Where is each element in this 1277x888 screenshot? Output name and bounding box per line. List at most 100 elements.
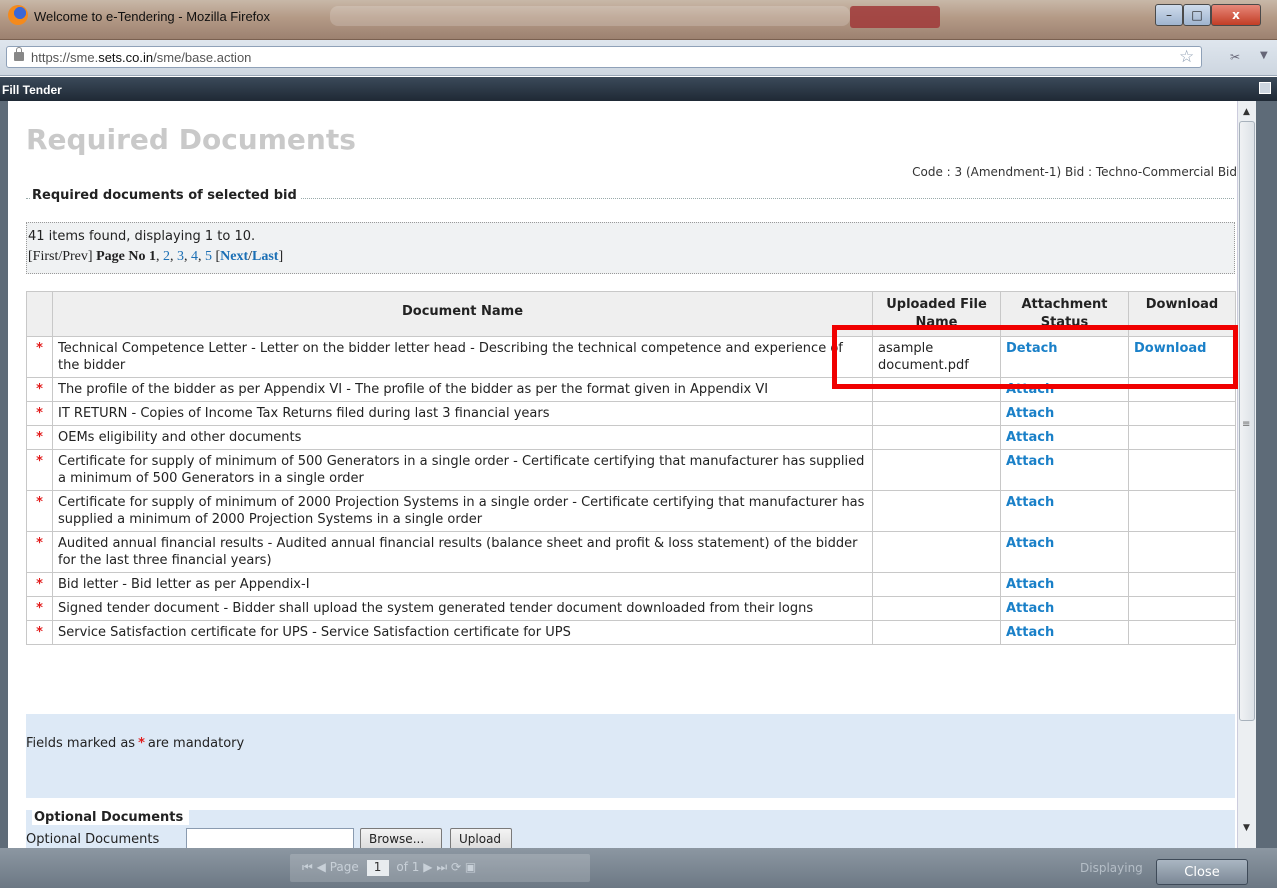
pager-next[interactable]: Next bbox=[220, 249, 248, 264]
pager-page-2[interactable]: 2 bbox=[163, 249, 170, 264]
download-cell bbox=[1128, 490, 1236, 532]
bottom-page-input[interactable]: 1 bbox=[366, 860, 389, 876]
minimize-button[interactable]: – bbox=[1155, 4, 1183, 26]
scroll-up-icon[interactable]: ▲ bbox=[1243, 107, 1250, 117]
pager-page-5[interactable]: 5 bbox=[205, 249, 212, 264]
dropdown-arrow-icon[interactable]: ▼ bbox=[1260, 50, 1268, 61]
download-cell bbox=[1128, 401, 1236, 426]
attach-link[interactable]: Attach bbox=[1006, 625, 1054, 640]
pager-last[interactable]: Last bbox=[252, 249, 278, 264]
mandatory-marker: * bbox=[26, 572, 53, 597]
browse-button[interactable]: Browse... bbox=[360, 828, 442, 848]
close-button[interactable]: Close bbox=[1156, 859, 1248, 885]
table-row: * Technical Competence Letter - Letter on… bbox=[26, 336, 1236, 378]
uploaded-file-cell bbox=[872, 490, 1001, 532]
results-summary: 41 items found, displaying 1 to 10. [Fir… bbox=[26, 222, 1235, 274]
attach-link[interactable]: Attach bbox=[1006, 454, 1054, 469]
table-row: * Audited annual financial results - Audi… bbox=[26, 531, 1236, 573]
attach-link[interactable]: Attach bbox=[1006, 577, 1054, 592]
pager-first-prev: [First/Prev] bbox=[28, 249, 93, 264]
addon-icon[interactable]: ✂ bbox=[1230, 50, 1240, 64]
uploaded-file-cell bbox=[872, 596, 1001, 621]
document-name-cell: Certificate for supply of minimum of 200… bbox=[52, 490, 873, 532]
page-title: Required Documents bbox=[26, 123, 356, 156]
table-header-row: Document Name Uploaded File Name Attachm… bbox=[26, 291, 1236, 337]
mandatory-marker: * bbox=[26, 449, 53, 491]
uploaded-file-cell bbox=[872, 401, 1001, 426]
attachment-status-cell: Attach bbox=[1000, 449, 1129, 491]
document-name-cell: Bid letter - Bid letter as per Appendix-… bbox=[52, 572, 873, 597]
bottom-nav-next-icon[interactable]: ▶ bbox=[423, 860, 432, 874]
document-name-cell: Technical Competence Letter - Letter on … bbox=[52, 336, 873, 378]
attachment-status-cell: Attach bbox=[1000, 596, 1129, 621]
bottom-nav-prev-icon[interactable]: ◀ bbox=[317, 860, 326, 874]
uploaded-file-cell bbox=[872, 572, 1001, 597]
mandatory-marker: * bbox=[26, 620, 53, 645]
optional-field-label: Optional Documents bbox=[26, 832, 160, 847]
export-icon[interactable]: ▣ bbox=[465, 860, 476, 874]
attach-link[interactable]: Attach bbox=[1006, 430, 1054, 445]
vertical-scrollbar[interactable]: ▲ ≡ ▼ bbox=[1237, 101, 1256, 848]
attach-link[interactable]: Attach bbox=[1006, 406, 1054, 421]
table-row: * The profile of the bidder as per Append… bbox=[26, 377, 1236, 402]
mandatory-note: Fields marked as * are mandatory bbox=[26, 714, 1235, 798]
scroll-grip-icon: ≡ bbox=[1242, 419, 1251, 430]
uploaded-file-cell: asample document.pdf bbox=[872, 336, 1001, 378]
header-download[interactable]: Download bbox=[1128, 291, 1236, 337]
panel-header: Fill Tender bbox=[0, 77, 1277, 101]
document-name-cell: IT RETURN - Copies of Income Tax Returns… bbox=[52, 401, 873, 426]
scroll-down-icon[interactable]: ▼ bbox=[1243, 823, 1250, 833]
uploaded-file-cell bbox=[872, 620, 1001, 645]
mandatory-marker: * bbox=[26, 490, 53, 532]
url-field[interactable]: https://sme.sets.co.in/sme/base.action ☆ bbox=[6, 46, 1202, 68]
content-area: Required Documents Code : 3 (Amendment-1… bbox=[8, 101, 1237, 848]
documents-table: Document Name Uploaded File Name Attachm… bbox=[26, 291, 1236, 645]
header-attachment-status[interactable]: Attachment Status bbox=[1000, 291, 1129, 337]
mandatory-marker: * bbox=[26, 377, 53, 402]
attach-link[interactable]: Attach bbox=[1006, 536, 1054, 551]
titlebar-background-blur bbox=[330, 6, 850, 26]
download-cell: Download bbox=[1128, 336, 1236, 378]
table-row: * Signed tender document - Bidder shall u… bbox=[26, 596, 1236, 621]
optional-documents-section: Optional Documents Optional Documents Br… bbox=[26, 810, 1235, 848]
refresh-icon[interactable]: ⟳ bbox=[451, 860, 461, 874]
url-text: https://sme.sets.co.in/sme/base.action bbox=[31, 50, 252, 65]
pager-page-3[interactable]: 3 bbox=[177, 249, 184, 264]
download-link[interactable]: Download bbox=[1134, 341, 1206, 356]
download-cell bbox=[1128, 572, 1236, 597]
bottom-toolbar: ⏮ ◀ Page 1 of 1 ▶ ⏭ ⟳ ▣ Displaying Close bbox=[0, 848, 1277, 888]
bottom-nav-last-icon[interactable]: ⏭ bbox=[436, 860, 447, 874]
attach-link[interactable]: Attach bbox=[1006, 495, 1054, 510]
attach-link[interactable]: Attach bbox=[1006, 382, 1054, 397]
pager-current: Page No 1 bbox=[96, 249, 156, 264]
download-cell bbox=[1128, 620, 1236, 645]
mandatory-marker: * bbox=[26, 596, 53, 621]
attachment-status-cell: Attach bbox=[1000, 531, 1129, 573]
window-close-button[interactable]: x bbox=[1211, 4, 1261, 26]
bottom-nav-first-icon[interactable]: ⏮ bbox=[302, 860, 313, 874]
document-name-cell: Certificate for supply of minimum of 500… bbox=[52, 449, 873, 491]
attach-link[interactable]: Attach bbox=[1006, 601, 1054, 616]
lock-icon bbox=[14, 47, 24, 61]
upload-button[interactable]: Upload bbox=[450, 828, 512, 848]
table-row: * Certificate for supply of minimum of 20… bbox=[26, 490, 1236, 532]
panel-menu-icon[interactable] bbox=[1259, 82, 1271, 94]
bottom-page-label: Page bbox=[329, 860, 359, 874]
displaying-text: Displaying bbox=[1080, 861, 1143, 875]
maximize-button[interactable]: □ bbox=[1183, 4, 1211, 26]
uploaded-file-cell bbox=[872, 449, 1001, 491]
attachment-status-cell: Detach bbox=[1000, 336, 1129, 378]
bookmark-star-icon[interactable]: ☆ bbox=[1179, 47, 1194, 67]
optional-file-input[interactable] bbox=[186, 828, 354, 848]
header-uploaded-file[interactable]: Uploaded File Name bbox=[872, 291, 1001, 337]
mandatory-marker: * bbox=[26, 425, 53, 450]
content-frame: Required Documents Code : 3 (Amendment-1… bbox=[0, 101, 1277, 848]
detach-link[interactable]: Detach bbox=[1006, 341, 1058, 356]
attachment-status-cell: Attach bbox=[1000, 620, 1129, 645]
download-cell bbox=[1128, 596, 1236, 621]
document-name-cell: Audited annual financial results - Audit… bbox=[52, 531, 873, 573]
header-document-name[interactable]: Document Name bbox=[52, 291, 873, 337]
mandatory-marker: * bbox=[26, 336, 53, 378]
pager-page-4[interactable]: 4 bbox=[191, 249, 198, 264]
document-name-cell: Signed tender document - Bidder shall up… bbox=[52, 596, 873, 621]
